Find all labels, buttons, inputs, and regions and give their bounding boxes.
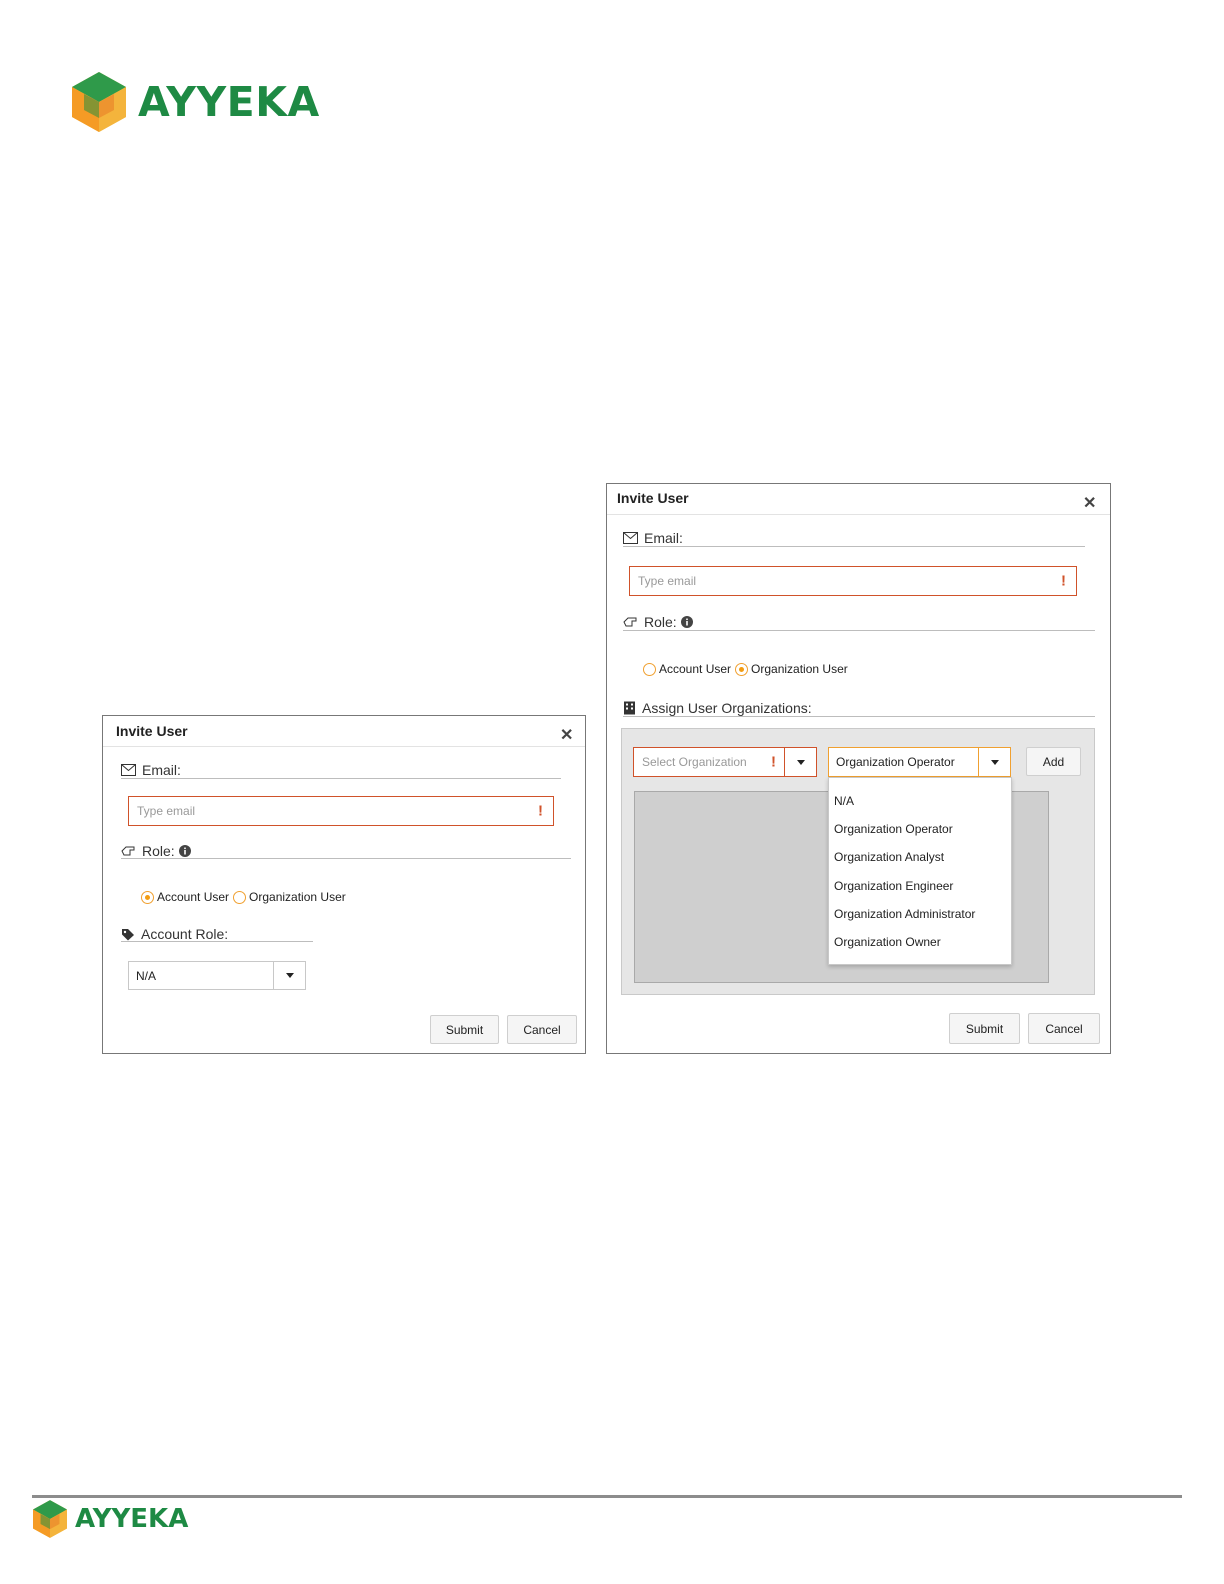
role-label: Role: [121,843,197,859]
required-alert-icon: ! [538,802,543,820]
building-icon [624,701,635,715]
hand-pointer-icon [623,617,637,627]
organization-role-value: Organization Operator [836,755,955,769]
info-icon [680,616,693,628]
radio-label-organization-user: Organization User [751,662,848,676]
email-label-text: Email: [644,530,683,546]
role-underline [623,630,1095,631]
email-field[interactable]: Type email ! [128,796,554,826]
close-icon[interactable]: ✕ [1083,493,1096,513]
account-role-label-text: Account Role: [141,926,229,942]
radio-label-organization-user: Organization User [249,890,346,904]
dialog-title: Invite User [116,723,188,739]
title-divider [607,514,1110,515]
organization-select[interactable]: Select Organization ! [633,747,817,777]
close-icon[interactable]: ✕ [560,725,573,745]
info-icon [178,845,191,857]
required-alert-icon: ! [1061,572,1066,590]
radio-organization-user[interactable] [735,662,749,676]
chevron-down-icon[interactable] [784,748,816,776]
account-role-label: Account Role: [121,926,228,942]
brand-logo: AYYEKA [72,72,320,132]
cancel-button[interactable]: Cancel [1028,1013,1100,1044]
title-divider [103,746,585,747]
role-label: Role: [623,614,699,630]
radio-account-user[interactable] [141,890,154,904]
hexagon-cube-logo-icon [72,72,126,132]
role-underline [121,858,571,859]
invite-user-dialog-organization: Invite User ✕ Email: Type email ! Role: … [606,483,1111,1054]
email-underline [121,778,561,779]
dialog-title: Invite User [617,490,689,506]
email-placeholder: Type email [137,804,196,818]
account-role-select[interactable]: N/A [128,961,306,990]
invite-user-dialog-account: Invite User ✕ Email: Type email ! Role: … [102,715,586,1054]
email-field[interactable]: Type email ! [629,566,1077,596]
organization-role-select[interactable]: Organization Operator [828,747,1011,777]
role-radio-group: Account User Organization User [141,890,350,904]
hexagon-cube-logo-icon [33,1500,67,1538]
assign-organizations-label-text: Assign User Organizations: [642,700,812,716]
cancel-button[interactable]: Cancel [507,1015,577,1044]
role-label-text: Role: [142,843,175,859]
organization-role-dropdown: N/A Organization Operator Organization A… [828,777,1012,965]
brand-name: AYYEKA [138,78,320,126]
required-alert-icon: ! [771,753,776,771]
radio-label-account-user: Account User [157,890,230,904]
submit-button[interactable]: Submit [949,1013,1020,1044]
radio-organization-user[interactable] [233,890,247,904]
add-organization-button[interactable]: Add [1026,747,1081,776]
footer-brand-logo: AYYEKA [33,1500,188,1538]
radio-account-user[interactable] [643,662,656,676]
footer-divider [32,1495,1182,1498]
dropdown-option[interactable]: N/A [834,794,854,808]
role-label-text: Role: [644,614,677,630]
dropdown-option[interactable]: Organization Operator [834,822,953,836]
chevron-down-icon[interactable] [273,962,305,989]
email-underline [623,546,1085,547]
envelope-icon [623,532,638,544]
assign-underline [623,716,1095,717]
chevron-down-icon[interactable] [978,748,1010,776]
footer-brand-name: AYYEKA [75,1504,189,1534]
hand-pointer-icon [121,846,135,856]
organization-select-placeholder: Select Organization [642,755,747,769]
email-placeholder: Type email [638,574,697,588]
email-label-text: Email: [142,762,181,778]
dropdown-option[interactable]: Organization Analyst [834,850,944,864]
radio-label-account-user: Account User [659,662,732,676]
submit-button[interactable]: Submit [430,1015,499,1044]
envelope-icon [121,764,136,776]
dropdown-option[interactable]: Organization Administrator [834,907,975,921]
email-label: Email: [121,762,181,778]
email-label: Email: [623,530,683,546]
assign-organizations-label: Assign User Organizations: [623,700,812,716]
organizations-panel: Select Organization ! Organization Opera… [621,728,1095,995]
role-radio-group: Account User Organization User [643,662,852,676]
account-role-underline [121,941,313,942]
dropdown-option[interactable]: Organization Engineer [834,879,953,893]
tag-icon [122,928,134,940]
account-role-value: N/A [136,968,157,983]
dropdown-option[interactable]: Organization Owner [834,935,941,949]
